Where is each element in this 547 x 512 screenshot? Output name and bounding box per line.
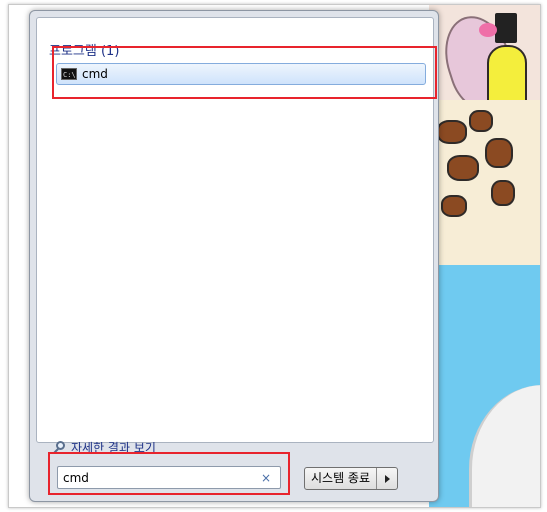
- giraffe-spot: [491, 180, 515, 206]
- shutdown-options-button[interactable]: [377, 468, 397, 489]
- chevron-right-icon: [384, 474, 390, 483]
- shutdown-control: 시스템 종료: [304, 467, 399, 490]
- shutdown-button[interactable]: 시스템 종료: [305, 468, 378, 489]
- giraffe-spot: [441, 195, 467, 217]
- screenshot-frame: 프로그램 (1) C:\ cmd 자세한 결과 보기 × 시스템 종료: [8, 4, 541, 508]
- highlight-box-result: [52, 46, 437, 99]
- wallpaper-giraffe: [429, 100, 540, 283]
- giraffe-spot: [469, 110, 493, 132]
- giraffe-spot: [437, 120, 467, 144]
- highlight-box-search: [48, 452, 290, 495]
- wallpaper-hat: [495, 13, 517, 43]
- giraffe-spot: [485, 138, 513, 168]
- desktop-wallpaper: [429, 5, 540, 507]
- wallpaper-bow: [479, 23, 497, 37]
- giraffe-spot: [447, 155, 479, 181]
